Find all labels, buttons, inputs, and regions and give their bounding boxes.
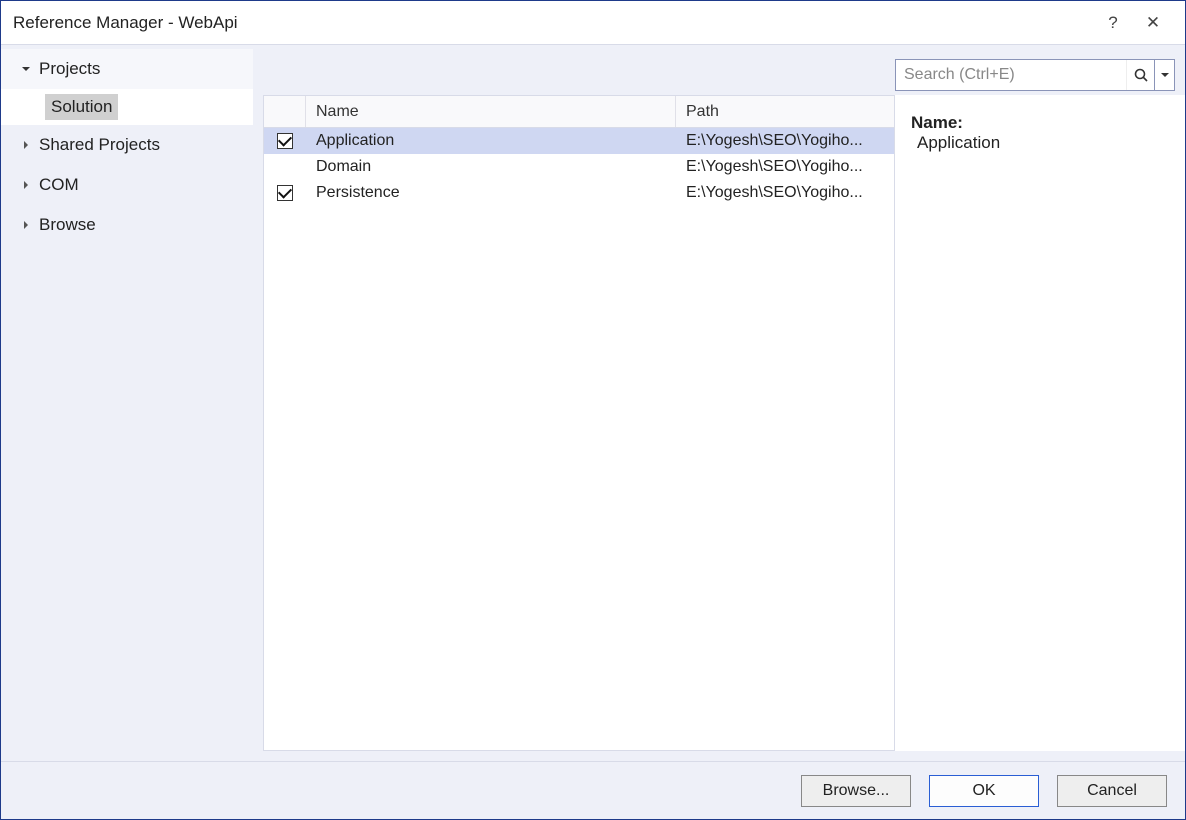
- search-icon[interactable]: [1126, 60, 1154, 90]
- table-row[interactable]: Application E:\Yogesh\SEO\Yogiho...: [264, 128, 894, 154]
- checkbox-icon[interactable]: [277, 185, 293, 201]
- column-name[interactable]: Name: [306, 96, 676, 127]
- titlebar: Reference Manager - WebApi ? ✕: [1, 1, 1185, 45]
- sidebar-subitem-solution[interactable]: Solution: [1, 89, 253, 125]
- sidebar-subitem-label: Solution: [45, 94, 118, 120]
- sidebar-item-label: Browse: [39, 215, 96, 235]
- reference-manager-window: Reference Manager - WebApi ? ✕ Projects …: [0, 0, 1186, 820]
- footer: Browse... OK Cancel: [1, 761, 1185, 819]
- row-checkbox-cell: [264, 185, 306, 201]
- checkbox-icon[interactable]: [277, 133, 293, 149]
- chevron-right-icon: [19, 178, 33, 192]
- help-button[interactable]: ?: [1093, 13, 1133, 33]
- search-box: [895, 59, 1155, 91]
- sidebar-item-projects[interactable]: Projects: [1, 49, 253, 89]
- center-pane: Name Path Application E:\Yogesh\SEO\Yogi…: [253, 45, 1185, 761]
- search-row: [263, 55, 1185, 95]
- row-path: E:\Yogesh\SEO\Yogiho...: [676, 184, 894, 202]
- chevron-right-icon: [19, 138, 33, 152]
- sidebar-item-browse[interactable]: Browse: [1, 205, 253, 245]
- list-body: Application E:\Yogesh\SEO\Yogiho... Doma…: [264, 128, 894, 750]
- row-path: E:\Yogesh\SEO\Yogiho...: [676, 132, 894, 150]
- chevron-right-icon: [19, 218, 33, 232]
- chevron-down-icon: [19, 62, 33, 76]
- sidebar-item-shared-projects[interactable]: Shared Projects: [1, 125, 253, 165]
- table-row[interactable]: Persistence E:\Yogesh\SEO\Yogiho...: [264, 180, 894, 206]
- table-row[interactable]: Domain E:\Yogesh\SEO\Yogiho...: [264, 154, 894, 180]
- cancel-button[interactable]: Cancel: [1057, 775, 1167, 807]
- sidebar-item-label: Shared Projects: [39, 135, 160, 155]
- search-input[interactable]: [896, 66, 1126, 84]
- column-path[interactable]: Path: [676, 96, 894, 127]
- search-options-dropdown[interactable]: [1155, 59, 1175, 91]
- sidebar: Projects Solution Shared Projects COM: [1, 45, 253, 761]
- browse-button[interactable]: Browse...: [801, 775, 911, 807]
- row-name: Domain: [306, 158, 676, 176]
- ok-button[interactable]: OK: [929, 775, 1039, 807]
- close-button[interactable]: ✕: [1133, 13, 1173, 33]
- row-name: Persistence: [306, 184, 676, 202]
- column-checkbox: [264, 96, 306, 127]
- row-path: E:\Yogesh\SEO\Yogiho...: [676, 158, 894, 176]
- sidebar-item-label: COM: [39, 175, 79, 195]
- detail-panel: Name: Application: [895, 95, 1185, 751]
- list-header: Name Path: [264, 96, 894, 128]
- row-checkbox-cell: [264, 133, 306, 149]
- detail-name-label: Name:: [911, 113, 963, 132]
- row-name: Application: [306, 132, 676, 150]
- content-row: Name Path Application E:\Yogesh\SEO\Yogi…: [263, 95, 1185, 751]
- project-list: Name Path Application E:\Yogesh\SEO\Yogi…: [263, 95, 895, 751]
- sidebar-item-label: Projects: [39, 59, 100, 79]
- sidebar-item-com[interactable]: COM: [1, 165, 253, 205]
- detail-name-value: Application: [917, 133, 1000, 152]
- window-title: Reference Manager - WebApi: [13, 13, 1093, 33]
- dialog-body: Projects Solution Shared Projects COM: [1, 45, 1185, 761]
